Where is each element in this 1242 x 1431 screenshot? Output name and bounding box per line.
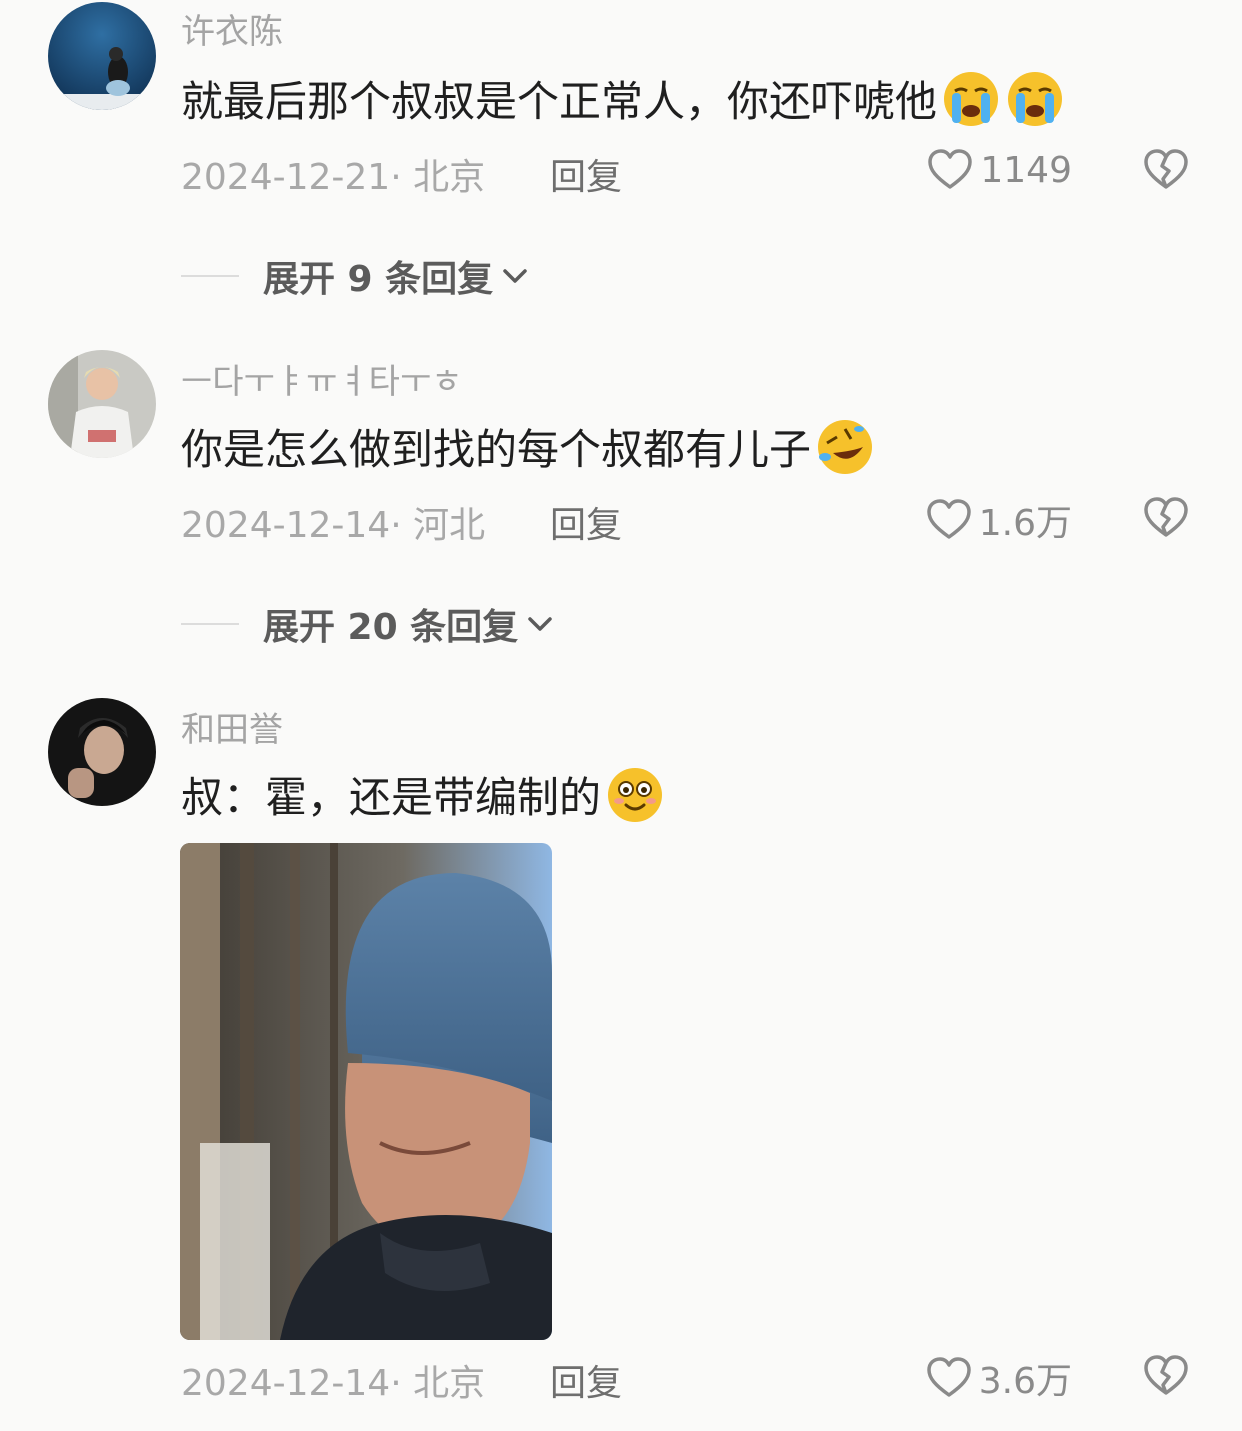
broken-heart-icon: [1144, 149, 1188, 189]
avatar[interactable]: [48, 2, 156, 110]
divider: [181, 623, 239, 625]
comment-body: 就最后那个叔叔是个正常人，你还吓唬他: [181, 77, 938, 126]
username[interactable]: 许衣陈: [181, 4, 283, 53]
expand-replies-label: 展开 20 条回复: [263, 607, 519, 648]
like-count: 3.6万: [978, 1361, 1072, 1402]
comment-date-location: 2024-12-14· 北京: [181, 1363, 486, 1404]
comment-date-location: 2024-12-21· 北京: [181, 157, 486, 198]
chevron-down-icon: [503, 269, 527, 283]
like-count: 1149: [980, 149, 1072, 191]
like-button[interactable]: 1.6万: [925, 494, 1072, 546]
divider: [181, 275, 239, 277]
avatar[interactable]: [48, 698, 156, 806]
comment-text: 你是怎么做到找的每个叔都有儿子: [181, 416, 875, 477]
expand-replies-label: 展开 9 条回复: [263, 259, 494, 300]
comment-text: 就最后那个叔叔是个正常人，你还吓唬他: [181, 68, 1065, 129]
smiling-face-icon: [608, 767, 663, 822]
dislike-button[interactable]: [1142, 146, 1190, 194]
reply-button[interactable]: 回复: [550, 1354, 622, 1406]
username[interactable]: 和田誉: [181, 702, 283, 751]
comment-body: 你是怎么做到找的每个叔都有儿子: [181, 425, 812, 474]
crying-face-icon: [944, 71, 999, 126]
comment-date-location: 2024-12-14· 河北: [181, 505, 486, 546]
like-button[interactable]: 3.6万: [925, 1352, 1072, 1404]
rolling-laughing-icon: [818, 419, 873, 474]
expand-replies-button[interactable]: 展开 20 条回复: [181, 598, 556, 650]
heart-outline-icon: [928, 149, 973, 189]
comment-text: 叔：霍，还是带编制的: [181, 764, 665, 825]
like-button[interactable]: 1149: [926, 146, 1072, 194]
comment-list: 许衣陈 就最后那个叔叔是个正常人，你还吓唬他 2024-12-21· 北京 回复: [0, 0, 1242, 1431]
reply-button[interactable]: 回复: [550, 496, 622, 548]
heart-outline-icon: [926, 499, 971, 539]
dislike-button[interactable]: [1142, 494, 1190, 542]
chevron-down-icon: [528, 617, 552, 631]
expand-replies-button[interactable]: 展开 9 条回复: [181, 250, 531, 302]
broken-heart-icon: [1144, 1355, 1188, 1395]
comment-image[interactable]: [180, 843, 552, 1340]
username[interactable]: ㅡ다ㅜㅑㅠㅕ타ㅜㅎ: [181, 354, 463, 403]
crying-face-icon: [1008, 71, 1063, 126]
broken-heart-icon: [1144, 497, 1188, 537]
dislike-button[interactable]: [1142, 1352, 1190, 1400]
avatar[interactable]: [48, 350, 156, 458]
like-count: 1.6万: [978, 503, 1072, 544]
comment-body: 叔：霍，还是带编制的: [181, 773, 602, 822]
heart-outline-icon: [926, 1357, 971, 1397]
reply-button[interactable]: 回复: [550, 148, 622, 200]
